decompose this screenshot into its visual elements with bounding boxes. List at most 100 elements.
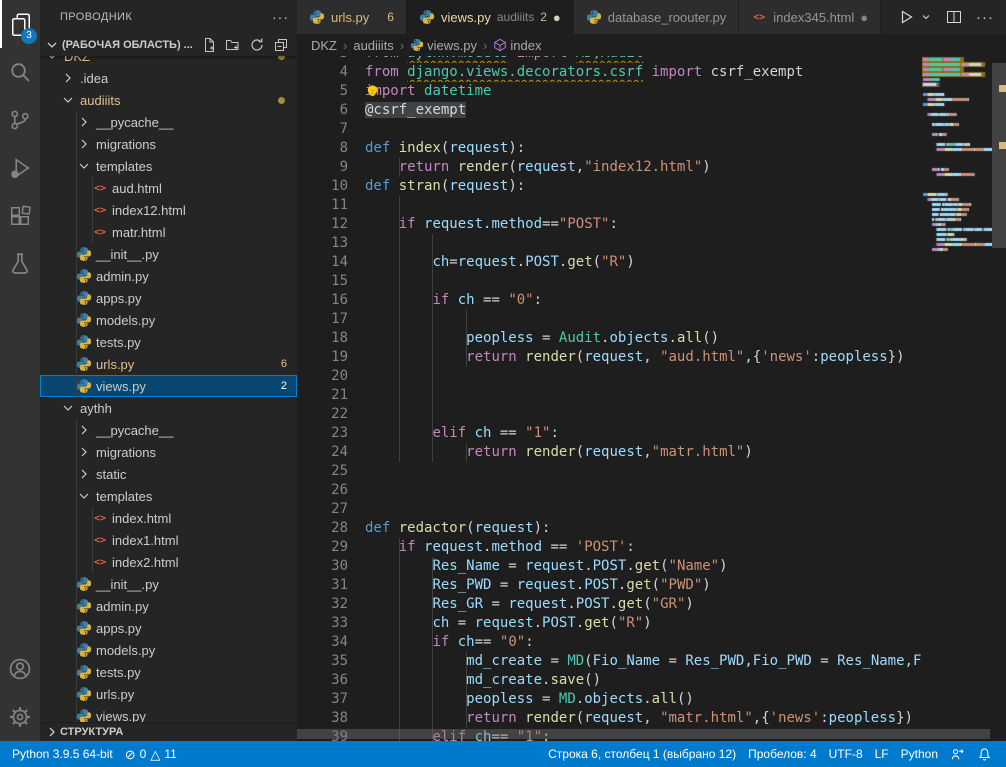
tree-item-audiiits[interactable]: audiiits <box>40 89 297 111</box>
line-number[interactable]: 9 <box>297 158 348 177</box>
code-line-24[interactable]: 24 return render(request,"matr.html") <box>297 443 922 462</box>
dirty-indicator[interactable]: ● <box>860 11 868 24</box>
line-number[interactable]: 8 <box>297 139 348 158</box>
tree-item-views.py[interactable]: views.py2 <box>40 375 297 397</box>
tree-item-models.py[interactable]: models.py <box>40 639 297 661</box>
code-line-27[interactable]: 27 <box>297 500 922 519</box>
tree-item-models.py[interactable]: models.py <box>40 309 297 331</box>
code-line-35[interactable]: 35 md_create = MD(Fio_Name = Res_PWD,Fio… <box>297 652 922 671</box>
line-number[interactable]: 34 <box>297 633 348 652</box>
tree-item-urls.py[interactable]: urls.py6 <box>40 353 297 375</box>
code-line-28[interactable]: 28def redactor(request): <box>297 519 922 538</box>
code-line-36[interactable]: 36 md_create.save() <box>297 671 922 690</box>
new-file-button[interactable] <box>201 37 217 53</box>
line-number[interactable]: 19 <box>297 348 348 367</box>
code-line-26[interactable]: 26 <box>297 481 922 500</box>
run-dropdown-button[interactable] <box>920 9 932 25</box>
cursor-position-status[interactable]: Строка 6, столбец 1 (выбрано 12) <box>542 747 742 761</box>
tree-item-__pycache__[interactable]: __pycache__ <box>40 111 297 133</box>
activity-item-run-debug[interactable] <box>0 144 40 192</box>
activity-item-source-control[interactable] <box>0 96 40 144</box>
line-number[interactable]: 16 <box>297 291 348 310</box>
code-editor[interactable]: 3from aythh.models import MD,Audit4from … <box>297 56 1006 741</box>
code-line-23[interactable]: 23 elif ch == "1": <box>297 424 922 443</box>
code-line-16[interactable]: 16 if ch == "0": <box>297 291 922 310</box>
code-line-31[interactable]: 31 Res_PWD = request.POST.get("PWD") <box>297 576 922 595</box>
tree-item-DKZ[interactable]: DKZ <box>40 56 297 67</box>
tab-index345.html[interactable]: <>index345.html● <box>739 0 881 34</box>
breadcrumb-item-DKZ[interactable]: DKZ <box>311 38 337 53</box>
code-line-8[interactable]: 8def index(request): <box>297 139 922 158</box>
line-number[interactable]: 13 <box>297 234 348 253</box>
collapse-all-button[interactable] <box>273 37 289 53</box>
activity-item-testing[interactable] <box>0 240 40 288</box>
more-actions-button[interactable]: ··· <box>976 9 994 26</box>
tree-item-index.html[interactable]: <>index.html <box>40 507 297 529</box>
breadcrumb-item-views.py[interactable]: views.py <box>410 38 477 53</box>
line-number[interactable]: 14 <box>297 253 348 272</box>
eol-status[interactable]: LF <box>869 747 895 761</box>
code-line-18[interactable]: 18 peopless = Audit.objects.all() <box>297 329 922 348</box>
notifications-button[interactable] <box>971 747 998 762</box>
tree-item-urls.py[interactable]: urls.py <box>40 683 297 705</box>
tree-item-index12.html[interactable]: <>index12.html <box>40 199 297 221</box>
horizontal-scrollbar[interactable] <box>297 729 992 739</box>
activity-item-search[interactable] <box>0 48 40 96</box>
line-number[interactable]: 28 <box>297 519 348 538</box>
code-line-3[interactable]: 3from aythh.models import MD,Audit <box>297 56 922 63</box>
line-number[interactable]: 31 <box>297 576 348 595</box>
line-number[interactable]: 25 <box>297 462 348 481</box>
code-line-6[interactable]: 6@csrf_exempt <box>297 101 922 120</box>
lightbulb-icon[interactable] <box>365 83 380 99</box>
line-number[interactable]: 24 <box>297 443 348 462</box>
line-number[interactable]: 15 <box>297 272 348 291</box>
tree-item-__init__.py[interactable]: __init__.py <box>40 573 297 595</box>
activity-item-settings[interactable] <box>0 693 40 741</box>
activity-item-explorer[interactable]: 3 <box>0 0 40 48</box>
tab-urls.py[interactable]: urls.py6 <box>297 0 407 34</box>
language-mode-status[interactable]: Python <box>895 747 944 761</box>
tree-item-views.py[interactable]: views.py <box>40 705 297 722</box>
line-number[interactable]: 35 <box>297 652 348 671</box>
line-number[interactable]: 10 <box>297 177 348 196</box>
code-line-7[interactable]: 7 <box>297 120 922 139</box>
tree-item-.idea[interactable]: .idea <box>40 67 297 89</box>
vertical-scrollbar[interactable] <box>992 56 1006 741</box>
refresh-button[interactable] <box>249 37 265 53</box>
line-number[interactable]: 22 <box>297 405 348 424</box>
code-line-25[interactable]: 25 <box>297 462 922 481</box>
line-number[interactable]: 27 <box>297 500 348 519</box>
line-number[interactable]: 30 <box>297 557 348 576</box>
tree-item-static[interactable]: static <box>40 463 297 485</box>
tree-item-__pycache__[interactable]: __pycache__ <box>40 419 297 441</box>
tree-item-index1.html[interactable]: <>index1.html <box>40 529 297 551</box>
problems-status[interactable]: ⊘ 0 △ 11 <box>119 747 183 761</box>
code-line-14[interactable]: 14 ch=request.POST.get("R") <box>297 253 922 272</box>
tree-item-migrations[interactable]: migrations <box>40 133 297 155</box>
code-line-30[interactable]: 30 Res_Name = request.POST.get("Name") <box>297 557 922 576</box>
code-line-5[interactable]: 5import datetime <box>297 82 922 101</box>
tree-item-admin.py[interactable]: admin.py <box>40 265 297 287</box>
tree-item-templates[interactable]: templates <box>40 485 297 507</box>
breadcrumb-item-index[interactable]: index <box>493 38 541 53</box>
breadcrumb-item-audiiits[interactable]: audiiits <box>353 38 393 53</box>
line-number[interactable]: 29 <box>297 538 348 557</box>
feedback-button[interactable] <box>944 747 971 762</box>
line-number[interactable]: 5 <box>297 82 348 101</box>
outline-section-header[interactable]: СТРУКТУРА <box>40 722 297 741</box>
code-line-4[interactable]: 4from django.views.decorators.csrf impor… <box>297 63 922 82</box>
new-folder-button[interactable] <box>225 37 241 53</box>
line-number[interactable]: 3 <box>297 56 348 63</box>
code-line-15[interactable]: 15 <box>297 272 922 291</box>
line-number[interactable]: 7 <box>297 120 348 139</box>
tree-item-templates[interactable]: templates <box>40 155 297 177</box>
tree-item-aythh[interactable]: aythh <box>40 397 297 419</box>
code-line-11[interactable]: 11 <box>297 196 922 215</box>
indentation-status[interactable]: Пробелов: 4 <box>742 747 823 761</box>
code-line-29[interactable]: 29 if request.method == 'POST': <box>297 538 922 557</box>
activity-item-extensions[interactable] <box>0 192 40 240</box>
code-line-19[interactable]: 19 return render(request, "aud.html",{'n… <box>297 348 922 367</box>
run-button[interactable] <box>898 9 914 25</box>
tree-item-aud.html[interactable]: <>aud.html <box>40 177 297 199</box>
line-number[interactable]: 36 <box>297 671 348 690</box>
